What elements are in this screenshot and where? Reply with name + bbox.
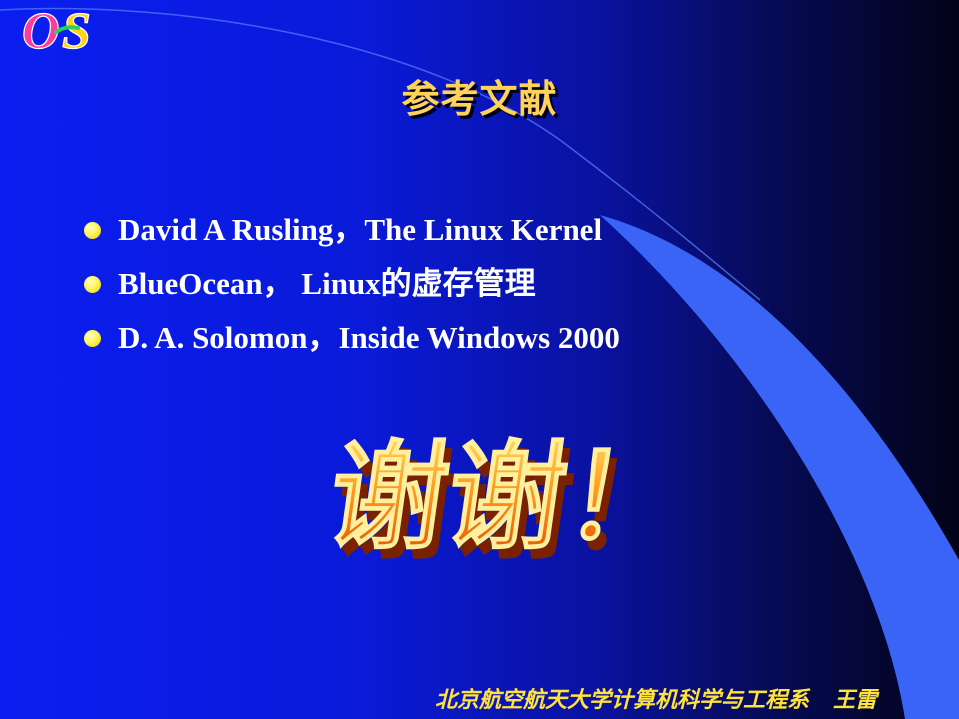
- bullet-icon: [84, 276, 101, 293]
- slide: O S 参考文献 David A Rusling，The Linux Kerne…: [0, 0, 959, 719]
- reference-item: David A Rusling，The Linux Kernel: [82, 208, 620, 262]
- reference-item: BlueOcean， Linux的虚存管理: [82, 262, 620, 316]
- slide-title: 参考文献: [401, 77, 558, 121]
- logo-letter-s: S: [62, 3, 91, 58]
- reference-list: David A Rusling，The Linux Kernel BlueOce…: [82, 208, 620, 370]
- thanks-text: 谢谢！: [320, 429, 680, 566]
- footer-author: 王雷: [832, 687, 877, 713]
- reference-text: David A Rusling，The Linux Kernel: [118, 212, 603, 247]
- footer-institution: 北京航空航天大学计算机科学与工程系: [434, 687, 809, 713]
- logo-letter-o: O: [22, 3, 60, 58]
- thanks-wordart: 谢谢！ 谢谢！: [320, 428, 680, 576]
- os-logo: O S: [21, 2, 91, 58]
- reference-text: D. A. Solomon，Inside Windows 2000: [118, 320, 620, 355]
- bullet-icon: [84, 222, 101, 239]
- reference-text: BlueOcean， Linux的虚存管理: [118, 266, 536, 301]
- reference-item: D. A. Solomon，Inside Windows 2000: [82, 316, 620, 370]
- bullet-icon: [84, 330, 101, 347]
- footer: 北京航空航天大学计算机科学与工程系 王雷: [435, 682, 877, 714]
